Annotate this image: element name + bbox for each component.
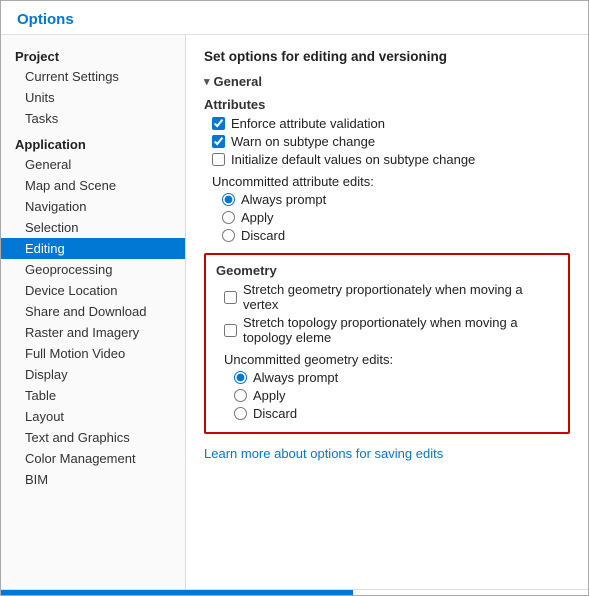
- radio-attr-discard-input[interactable]: [222, 229, 235, 242]
- checkbox-stretch-topology-label: Stretch topology proportionately when mo…: [243, 315, 558, 345]
- general-arrow: ▾: [204, 75, 210, 88]
- sidebar-item-layout[interactable]: Layout: [1, 406, 185, 427]
- sidebar-item-units[interactable]: Units: [1, 87, 185, 108]
- radio-geom-apply-label: Apply: [253, 388, 286, 403]
- sidebar-item-tasks[interactable]: Tasks: [1, 108, 185, 129]
- main-panel: Set options for editing and versioning ▾…: [186, 35, 588, 589]
- sidebar-item-selection[interactable]: Selection: [1, 217, 185, 238]
- checkbox-stretch-topology[interactable]: Stretch topology proportionately when mo…: [224, 315, 558, 345]
- sidebar-item-display[interactable]: Display: [1, 364, 185, 385]
- radio-geom-always-prompt-label: Always prompt: [253, 370, 338, 385]
- checkbox-warn-subtype-label: Warn on subtype change: [231, 134, 375, 149]
- checkbox-warn-subtype-input[interactable]: [212, 135, 225, 148]
- sidebar-item-color-management[interactable]: Color Management: [1, 448, 185, 469]
- checkbox-init-defaults[interactable]: Initialize default values on subtype cha…: [212, 152, 570, 167]
- bottom-bar: [1, 589, 588, 595]
- sidebar-item-bim[interactable]: BIM: [1, 469, 185, 490]
- uncommitted-geometry-label: Uncommitted geometry edits:: [224, 352, 558, 367]
- sidebar-item-raster-and-imagery[interactable]: Raster and Imagery: [1, 322, 185, 343]
- sidebar-section-project: Project: [1, 45, 185, 66]
- radio-geom-apply[interactable]: Apply: [234, 388, 558, 403]
- geometry-section: Geometry Stretch geometry proportionatel…: [204, 253, 570, 434]
- radio-attr-always-prompt[interactable]: Always prompt: [222, 192, 570, 207]
- radio-attr-always-prompt-input[interactable]: [222, 193, 235, 206]
- radio-geom-apply-input[interactable]: [234, 389, 247, 402]
- sidebar-item-general[interactable]: General: [1, 154, 185, 175]
- uncommitted-attributes-label: Uncommitted attribute edits:: [212, 174, 570, 189]
- radio-attr-apply-label: Apply: [241, 210, 274, 225]
- sidebar-item-table[interactable]: Table: [1, 385, 185, 406]
- radio-attr-always-prompt-label: Always prompt: [241, 192, 326, 207]
- checkbox-stretch-geometry-label: Stretch geometry proportionately when mo…: [243, 282, 558, 312]
- general-label: General: [214, 74, 262, 89]
- general-section-title: ▾ General: [204, 74, 570, 89]
- window-title: Options: [17, 11, 74, 28]
- sidebar-item-geoprocessing[interactable]: Geoprocessing: [1, 259, 185, 280]
- radio-attr-discard-label: Discard: [241, 228, 285, 243]
- sidebar-item-map-and-scene[interactable]: Map and Scene: [1, 175, 185, 196]
- radio-geom-discard-input[interactable]: [234, 407, 247, 420]
- radio-attr-apply[interactable]: Apply: [222, 210, 570, 225]
- learn-more-link[interactable]: Learn more about options for saving edit…: [204, 446, 443, 461]
- checkbox-stretch-geometry[interactable]: Stretch geometry proportionately when mo…: [224, 282, 558, 312]
- checkbox-stretch-topology-input[interactable]: [224, 324, 237, 337]
- content-area: Project Current Settings Units Tasks App…: [1, 35, 588, 589]
- sidebar-item-navigation[interactable]: Navigation: [1, 196, 185, 217]
- sidebar: Project Current Settings Units Tasks App…: [1, 35, 186, 589]
- title-bar: Options: [1, 1, 588, 35]
- sidebar-item-share-and-download[interactable]: Share and Download: [1, 301, 185, 322]
- checkbox-enforce-attr-validation-input[interactable]: [212, 117, 225, 130]
- radio-geom-discard-label: Discard: [253, 406, 297, 421]
- radio-attr-apply-input[interactable]: [222, 211, 235, 224]
- options-window: Options Project Current Settings Units T…: [0, 0, 589, 596]
- checkbox-init-defaults-label: Initialize default values on subtype cha…: [231, 152, 475, 167]
- sidebar-section-application: Application: [1, 133, 185, 154]
- checkbox-warn-subtype[interactable]: Warn on subtype change: [212, 134, 570, 149]
- panel-heading: Set options for editing and versioning: [204, 49, 570, 64]
- sidebar-item-full-motion-video[interactable]: Full Motion Video: [1, 343, 185, 364]
- radio-attr-discard[interactable]: Discard: [222, 228, 570, 243]
- checkbox-stretch-geometry-input[interactable]: [224, 291, 237, 304]
- radio-geom-always-prompt-input[interactable]: [234, 371, 247, 384]
- radio-geom-discard[interactable]: Discard: [234, 406, 558, 421]
- sidebar-item-editing[interactable]: Editing: [1, 238, 185, 259]
- attributes-label: Attributes: [204, 97, 570, 112]
- radio-geom-always-prompt[interactable]: Always prompt: [234, 370, 558, 385]
- geometry-label: Geometry: [216, 263, 558, 278]
- checkbox-enforce-attr-validation[interactable]: Enforce attribute validation: [212, 116, 570, 131]
- sidebar-item-current-settings[interactable]: Current Settings: [1, 66, 185, 87]
- checkbox-enforce-attr-label: Enforce attribute validation: [231, 116, 385, 131]
- sidebar-item-device-location[interactable]: Device Location: [1, 280, 185, 301]
- sidebar-item-text-and-graphics[interactable]: Text and Graphics: [1, 427, 185, 448]
- checkbox-init-defaults-input[interactable]: [212, 153, 225, 166]
